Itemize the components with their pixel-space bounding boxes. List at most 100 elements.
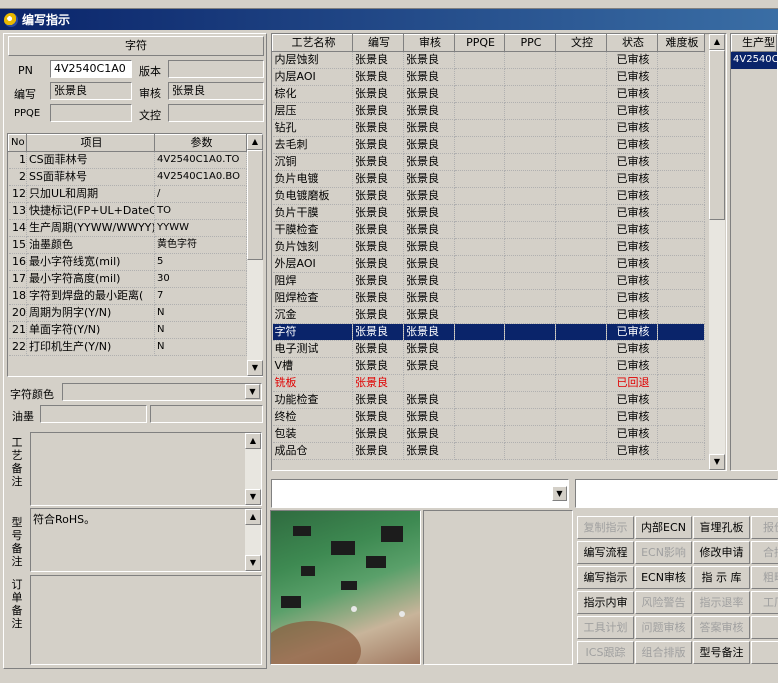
scroll-up-icon[interactable]: ▲ bbox=[247, 134, 263, 150]
ppqe-field[interactable] bbox=[50, 104, 132, 122]
doc-control-field[interactable] bbox=[168, 104, 264, 122]
params-row[interactable]: 15 油墨颜色 黄色字符 bbox=[8, 236, 247, 254]
action-button[interactable]: 编写指示 bbox=[577, 566, 634, 589]
chevron-down-icon[interactable]: ▼ bbox=[552, 486, 567, 501]
action-button[interactable]: 组合排版 bbox=[635, 641, 692, 664]
action-button[interactable]: 指示退率 bbox=[693, 591, 750, 614]
reviewer-field[interactable]: 张景良 bbox=[168, 82, 264, 100]
action-button[interactable]: 编写流程 bbox=[577, 541, 634, 564]
author-field[interactable]: 张景良 bbox=[50, 82, 132, 100]
process-row[interactable]: 外层AOI 张景良 张景良 已审核 bbox=[272, 255, 705, 273]
process-row[interactable]: 阻焊检查 张景良 张景良 已审核 bbox=[272, 289, 705, 307]
process-row[interactable]: 包装 张景良 张景良 已审核 bbox=[272, 425, 705, 443]
process-row[interactable]: 沉铜 张景良 张景良 已审核 bbox=[272, 153, 705, 171]
action-button[interactable]: 指 示 库 bbox=[693, 566, 750, 589]
params-row[interactable]: 13 快捷标记(FP+UL+DateCo TO bbox=[8, 202, 247, 220]
process-combo[interactable] bbox=[271, 479, 569, 508]
params-row[interactable]: 2 SS面菲林号 4V2540C1A0.BO bbox=[8, 168, 247, 186]
process-row[interactable]: 阻焊 张景良 张景良 已审核 bbox=[272, 272, 705, 290]
action-button[interactable]: 型号备注 bbox=[693, 641, 750, 664]
scroll-thumb[interactable] bbox=[709, 50, 725, 220]
action-button[interactable]: 风险警告 bbox=[635, 591, 692, 614]
ink-field-1[interactable] bbox=[40, 405, 147, 423]
process-row[interactable]: 终检 张景良 张景良 已审核 bbox=[272, 408, 705, 426]
scroll-down-icon[interactable]: ▼ bbox=[245, 555, 261, 571]
order-notes-box[interactable] bbox=[30, 575, 262, 665]
process-row[interactable]: 内层AOI 张景良 张景良 已审核 bbox=[272, 68, 705, 86]
params-row[interactable]: 14 生产周期(YYWW/WWYY) YYWW bbox=[8, 219, 247, 237]
col-ppc[interactable]: PPC bbox=[504, 34, 556, 52]
action-button[interactable]: 修改申请 bbox=[693, 541, 750, 564]
process-row[interactable]: 字符 张景良 张景良 已审核 bbox=[272, 323, 705, 341]
process-row[interactable]: 层压 张景良 张景良 已审核 bbox=[272, 102, 705, 120]
action-button[interactable]: 工厂警 bbox=[751, 591, 778, 614]
version-field[interactable] bbox=[168, 60, 264, 78]
action-button[interactable]: 复制指示 bbox=[577, 516, 634, 539]
params-col-item[interactable]: 项目 bbox=[26, 134, 155, 152]
scroll-down-icon[interactable]: ▼ bbox=[709, 454, 725, 470]
pn-field[interactable]: 4V2540C1A0 bbox=[50, 60, 132, 78]
params-row[interactable]: 18 字符到焊盘的最小距离(7 bbox=[8, 287, 247, 305]
action-button[interactable]: 粗略拼 bbox=[751, 566, 778, 589]
model-notes-box[interactable]: 符合RoHS。 bbox=[30, 508, 262, 572]
process-row[interactable]: 干膜检查 张景良 张景良 已审核 bbox=[272, 221, 705, 239]
action-button[interactable]: 盲埋孔板 bbox=[693, 516, 750, 539]
action-button[interactable] bbox=[751, 641, 778, 664]
action-button[interactable]: ECN审核 bbox=[635, 566, 692, 589]
process-row[interactable]: 钻孔 张景良 张景良 已审核 bbox=[272, 119, 705, 137]
right-combo[interactable] bbox=[575, 479, 778, 508]
action-button[interactable] bbox=[751, 616, 778, 639]
process-row[interactable]: 负片电镀 张景良 张景良 已审核 bbox=[272, 170, 705, 188]
process-row[interactable]: 负片干膜 张景良 张景良 已审核 bbox=[272, 204, 705, 222]
process-row[interactable]: 铣板 张景良 已回退 bbox=[272, 374, 705, 392]
col-difficulty[interactable]: 难度板 bbox=[657, 34, 705, 52]
process-row[interactable]: 去毛刺 张景良 张景良 已审核 bbox=[272, 136, 705, 154]
action-button[interactable]: ECN影响 bbox=[635, 541, 692, 564]
params-col-no[interactable]: No bbox=[8, 134, 27, 152]
process-row[interactable]: 成品仓 张景良 张景良 已审核 bbox=[272, 442, 705, 460]
col-author[interactable]: 编写 bbox=[352, 34, 404, 52]
params-row[interactable]: 21 单面字符(Y/N) N bbox=[8, 321, 247, 339]
action-button[interactable]: 合拼条 bbox=[751, 541, 778, 564]
action-button[interactable]: 报价条 bbox=[751, 516, 778, 539]
ink-field-2[interactable] bbox=[150, 405, 263, 423]
model-notes-scrollbar[interactable]: ▲ ▼ bbox=[245, 509, 261, 571]
params-row[interactable]: 16 最小字符线宽(mil) 5 bbox=[8, 253, 247, 271]
params-row[interactable]: 20 周期为阴字(Y/N) N bbox=[8, 304, 247, 322]
process-row[interactable]: 内层蚀刻 张景良 张景良 已审核 bbox=[272, 51, 705, 69]
process-row[interactable]: 电子测试 张景良 张景良 已审核 bbox=[272, 340, 705, 358]
action-button[interactable]: 内部ECN bbox=[635, 516, 692, 539]
params-row[interactable]: 12 只加UL和周期 / bbox=[8, 185, 247, 203]
model-panel-value[interactable]: 4V2540C bbox=[731, 52, 777, 69]
action-button[interactable]: 工具计划 bbox=[577, 616, 634, 639]
char-color-combo[interactable] bbox=[62, 383, 262, 401]
col-process-name[interactable]: 工艺名称 bbox=[272, 34, 353, 52]
action-button[interactable]: 指示内审 bbox=[577, 591, 634, 614]
process-row[interactable]: 负片蚀刻 张景良 张景良 已审核 bbox=[272, 238, 705, 256]
params-row[interactable]: 17 最小字符高度(mil) 30 bbox=[8, 270, 247, 288]
col-ppqe[interactable]: PPQE bbox=[454, 34, 505, 52]
scroll-up-icon[interactable]: ▲ bbox=[245, 433, 261, 449]
params-row[interactable]: 1 CS面菲林号 4V2540C1A0.TO bbox=[8, 151, 247, 169]
col-doc-control[interactable]: 文控 bbox=[555, 34, 607, 52]
process-row[interactable]: 沉金 张景良 张景良 已审核 bbox=[272, 306, 705, 324]
params-scrollbar[interactable]: ▲ ▼ bbox=[247, 134, 263, 376]
col-reviewer[interactable]: 审核 bbox=[403, 34, 455, 52]
scroll-up-icon[interactable]: ▲ bbox=[245, 509, 261, 525]
process-row[interactable]: 负电镀磨板 张景良 张景良 已审核 bbox=[272, 187, 705, 205]
scroll-down-icon[interactable]: ▼ bbox=[245, 489, 261, 505]
action-button[interactable]: ICS跟踪 bbox=[577, 641, 634, 664]
scroll-down-icon[interactable]: ▼ bbox=[247, 360, 263, 376]
process-row[interactable]: 棕化 张景良 张景良 已审核 bbox=[272, 85, 705, 103]
params-row[interactable]: 22 打印机生产(Y/N) N bbox=[8, 338, 247, 356]
params-col-value[interactable]: 参数 bbox=[154, 134, 247, 152]
chevron-down-icon[interactable]: ▼ bbox=[245, 384, 260, 399]
action-button[interactable]: 答案审核 bbox=[693, 616, 750, 639]
scroll-up-icon[interactable]: ▲ bbox=[709, 34, 725, 50]
scroll-thumb[interactable] bbox=[247, 150, 263, 260]
process-notes-scrollbar[interactable]: ▲ ▼ bbox=[245, 433, 261, 505]
action-button[interactable]: 问题审核 bbox=[635, 616, 692, 639]
process-notes-box[interactable] bbox=[30, 432, 262, 506]
process-table-scrollbar[interactable]: ▲ ▼ bbox=[709, 34, 725, 470]
process-row[interactable]: V槽 张景良 张景良 已审核 bbox=[272, 357, 705, 375]
